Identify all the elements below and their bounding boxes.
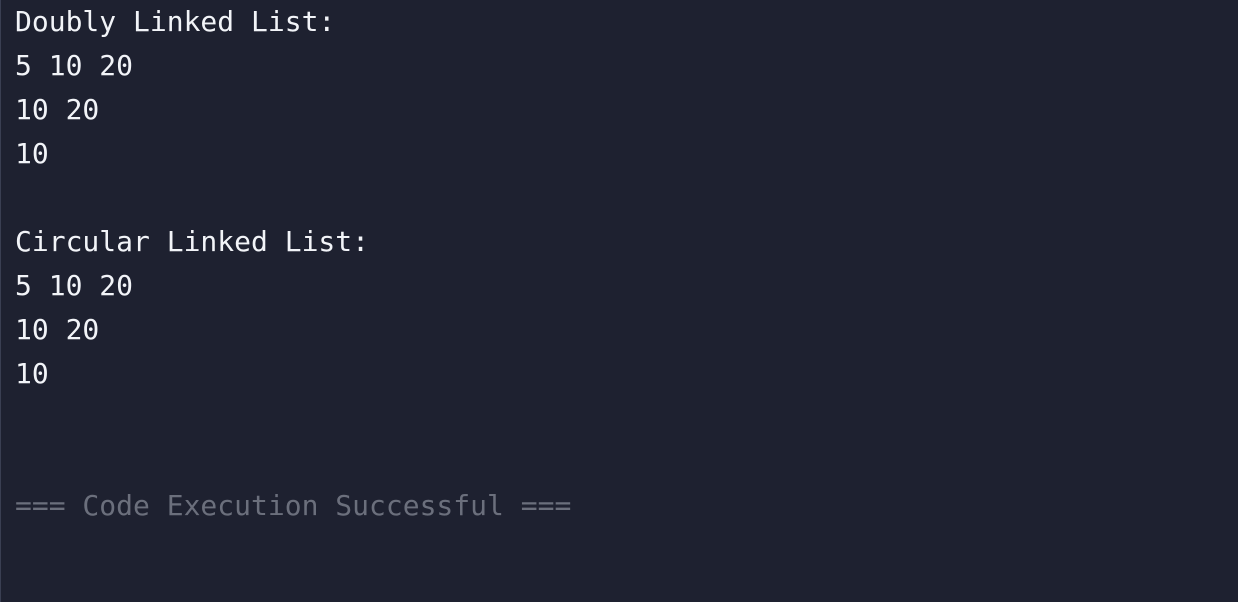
execution-status: === Code Execution Successful === (15, 489, 572, 522)
output-line: 10 20 (15, 93, 100, 126)
output-line: 5 10 20 (15, 269, 134, 302)
output-console: Doubly Linked List: 5 10 20 10 20 10 Cir… (0, 0, 1238, 602)
output-line: 10 (15, 357, 49, 390)
output-line: Circular Linked List: (15, 225, 370, 258)
output-line: Doubly Linked List: (15, 5, 336, 38)
output-line: 10 20 (15, 313, 100, 346)
output-line: 5 10 20 (15, 49, 134, 82)
output-line: 10 (15, 137, 49, 170)
